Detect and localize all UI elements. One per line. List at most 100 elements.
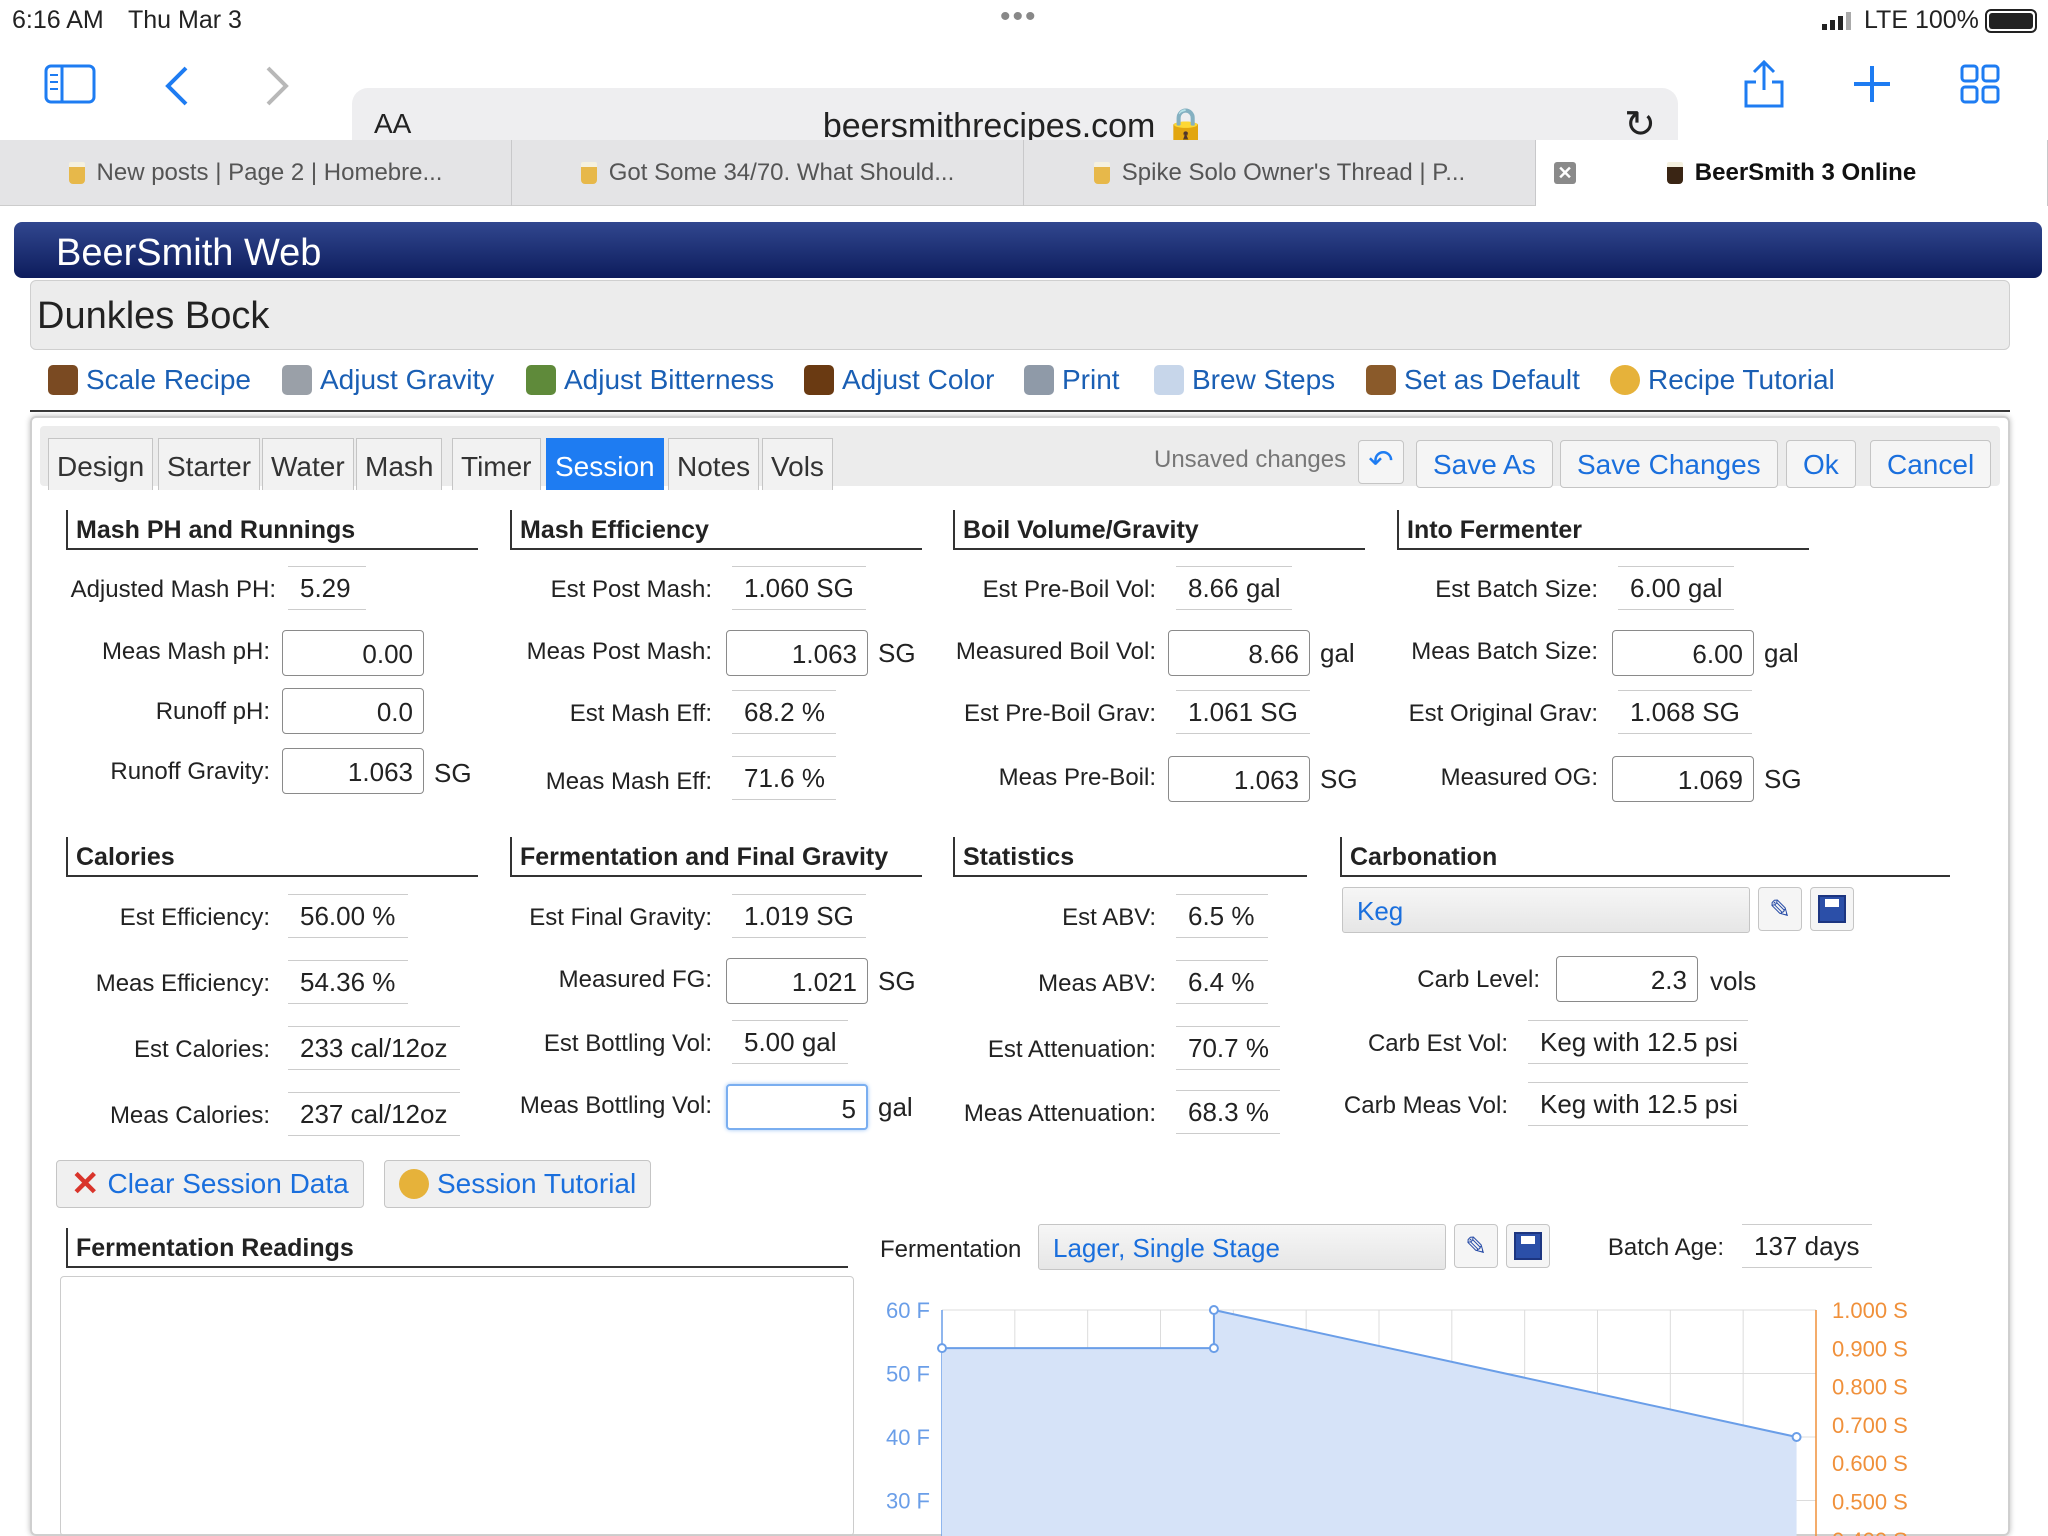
red-x-icon: ✕	[71, 1165, 100, 1203]
measured-og-unit: SG	[1764, 764, 1802, 794]
est-preboil-vol-label: Est Pre-Boil Vol:	[982, 576, 1156, 603]
save-fermentation-button[interactable]	[1506, 1224, 1550, 1268]
est-mash-eff-label: Est Mash Eff:	[569, 700, 712, 727]
carb-meas-vol-label: Carb Meas Vol:	[1343, 1092, 1508, 1119]
est-bottling-vol-value: 5.00 gal	[732, 1020, 848, 1064]
meas-post-mash-label: Meas Post Mash:	[526, 638, 712, 665]
meas-bottling-vol-input[interactable]: 5	[726, 1084, 868, 1130]
meas-post-mash-input[interactable]: 1.063	[726, 630, 868, 676]
pencil-icon: ✎	[1465, 1230, 1487, 1261]
measured-fg-label: Measured FG:	[558, 966, 712, 993]
adjusted-mash-ph-label: Adjusted Mash PH:	[70, 576, 276, 603]
est-preboil-vol-value: 8.66 gal	[1176, 566, 1292, 610]
temperature-point	[1208, 1343, 1219, 1354]
measured-boil-vol-unit: gal	[1320, 638, 1355, 668]
section-fermenter: Into Fermenter	[1397, 510, 1809, 550]
temperature-point	[1208, 1305, 1219, 1315]
left-tick-label: 50 F	[886, 1362, 930, 1387]
est-calories-value: 233 cal/12oz	[288, 1026, 460, 1070]
meas-mash-ph-label: Meas Mash pH:	[101, 638, 270, 665]
carb-level-input[interactable]: 2.3	[1556, 956, 1698, 1002]
runoff-ph-input[interactable]: 0.0	[282, 688, 424, 734]
meas-abv-value: 6.4 %	[1176, 960, 1268, 1004]
right-tick-label: 0.700 SG	[1832, 1413, 1908, 1438]
est-attenuation-label: Est Attenuation:	[987, 1036, 1156, 1063]
session-tutorial-button[interactable]: Session Tutorial	[384, 1160, 652, 1208]
session-content: Mash PH and Runnings Mash Efficiency Boi…	[0, 0, 2048, 1536]
meas-bottling-vol-unit: gal	[878, 1092, 913, 1122]
tutorial-icon	[399, 1169, 429, 1199]
clear-session-button[interactable]: ✕ Clear Session Data	[56, 1160, 364, 1208]
est-abv-value: 6.5 %	[1176, 894, 1268, 938]
runoff-gravity-label: Runoff Gravity:	[110, 758, 270, 785]
est-original-grav-label: Est Original Grav:	[1408, 700, 1598, 727]
est-mash-eff-value: 68.2 %	[732, 690, 836, 734]
carb-level-label: Carb Level:	[1417, 966, 1540, 993]
save-carbonation-button[interactable]	[1810, 887, 1854, 931]
measured-og-input[interactable]: 1.069	[1612, 756, 1754, 802]
meas-abv-label: Meas ABV:	[1038, 970, 1156, 997]
meas-batch-size-input[interactable]: 6.00	[1612, 630, 1754, 676]
est-attenuation-value: 70.7 %	[1176, 1026, 1280, 1070]
runoff-ph-label: Runoff pH:	[155, 698, 270, 725]
section-mash-efficiency: Mash Efficiency	[510, 510, 922, 550]
meas-mash-ph-input[interactable]: 0.00	[282, 630, 424, 676]
carb-est-vol-value: Keg with 12.5 psi	[1528, 1020, 1748, 1064]
meas-preboil-unit: SG	[1320, 764, 1358, 794]
fermentation-label: Fermentation	[880, 1236, 1022, 1263]
meas-attenuation-value: 68.3 %	[1176, 1090, 1280, 1134]
batch-age-value: 137 days	[1742, 1224, 1872, 1268]
left-tick-label: 30 F	[886, 1489, 930, 1514]
est-post-mash-label: Est Post Mash:	[550, 576, 712, 603]
est-bottling-vol-label: Est Bottling Vol:	[543, 1030, 712, 1057]
est-post-mash-value: 1.060 SG	[732, 566, 866, 610]
est-preboil-grav-value: 1.061 SG	[1176, 690, 1310, 734]
fermentation-readings-list[interactable]	[60, 1276, 854, 1536]
carbonation-profile-select[interactable]: Keg	[1342, 887, 1750, 933]
section-mash-ph: Mash PH and Runnings	[66, 510, 478, 550]
fermentation-profile-select[interactable]: Lager, Single Stage	[1038, 1224, 1446, 1270]
est-batch-size-label: Est Batch Size:	[1435, 576, 1598, 603]
measured-boil-vol-input[interactable]: 8.66	[1168, 630, 1310, 676]
meas-preboil-label: Meas Pre-Boil:	[998, 764, 1156, 791]
runoff-gravity-unit: SG	[434, 758, 472, 788]
meas-calories-value: 237 cal/12oz	[288, 1092, 460, 1136]
section-boil: Boil Volume/Gravity	[953, 510, 1365, 550]
meas-attenuation-label: Meas Attenuation:	[963, 1100, 1156, 1127]
est-efficiency-label: Est Efficiency:	[119, 904, 270, 931]
temperature-point	[937, 1343, 947, 1354]
section-fermentation-readings: Fermentation Readings	[66, 1228, 848, 1268]
meas-efficiency-value: 54.36 %	[288, 960, 408, 1004]
est-efficiency-value: 56.00 %	[288, 894, 408, 938]
meas-mash-eff-label: Meas Mash Eff:	[545, 768, 712, 795]
meas-calories-label: Meas Calories:	[109, 1102, 270, 1129]
right-tick-label: 0.800 SG	[1832, 1375, 1908, 1400]
floppy-icon	[1818, 895, 1846, 923]
edit-fermentation-button[interactable]: ✎	[1454, 1224, 1498, 1268]
right-tick-label: 0.900 SG	[1832, 1336, 1908, 1361]
meas-batch-size-unit: gal	[1764, 638, 1799, 668]
fermentation-chart: 60 F 50 F 40 F 30 F 1.000 SG 0.900 SG 0.800 SG…	[886, 1298, 1908, 1536]
edit-carbonation-button[interactable]: ✎	[1758, 887, 1802, 931]
carb-level-unit: vols	[1710, 966, 1757, 996]
runoff-gravity-input[interactable]: 1.063	[282, 748, 424, 794]
carb-est-vol-label: Carb Est Vol:	[1367, 1030, 1508, 1057]
est-batch-size-value: 6.00 gal	[1618, 566, 1734, 610]
left-tick-label: 60 F	[886, 1298, 930, 1323]
meas-preboil-input[interactable]: 1.063	[1168, 756, 1310, 802]
est-final-gravity-value: 1.019 SG	[732, 894, 866, 938]
est-preboil-grav-label: Est Pre-Boil Grav:	[963, 700, 1156, 727]
est-final-gravity-label: Est Final Gravity:	[529, 904, 712, 931]
temperature-point	[1791, 1432, 1802, 1442]
measured-fg-input[interactable]: 1.021	[726, 958, 868, 1004]
meas-batch-size-label: Meas Batch Size:	[1411, 638, 1598, 665]
est-calories-label: Est Calories:	[133, 1036, 270, 1063]
est-original-grav-value: 1.068 SG	[1618, 690, 1752, 734]
meas-bottling-vol-label: Meas Bottling Vol:	[519, 1092, 712, 1119]
section-calories: Calories	[66, 837, 478, 877]
est-abv-label: Est ABV:	[1062, 904, 1156, 931]
left-tick-label: 40 F	[886, 1425, 930, 1450]
carb-meas-vol-value: Keg with 12.5 psi	[1528, 1082, 1748, 1126]
web-page: BeerSmith Web Dunkles Bock Scale Recipe …	[0, 206, 2048, 1536]
section-carbonation: Carbonation	[1340, 837, 1950, 877]
